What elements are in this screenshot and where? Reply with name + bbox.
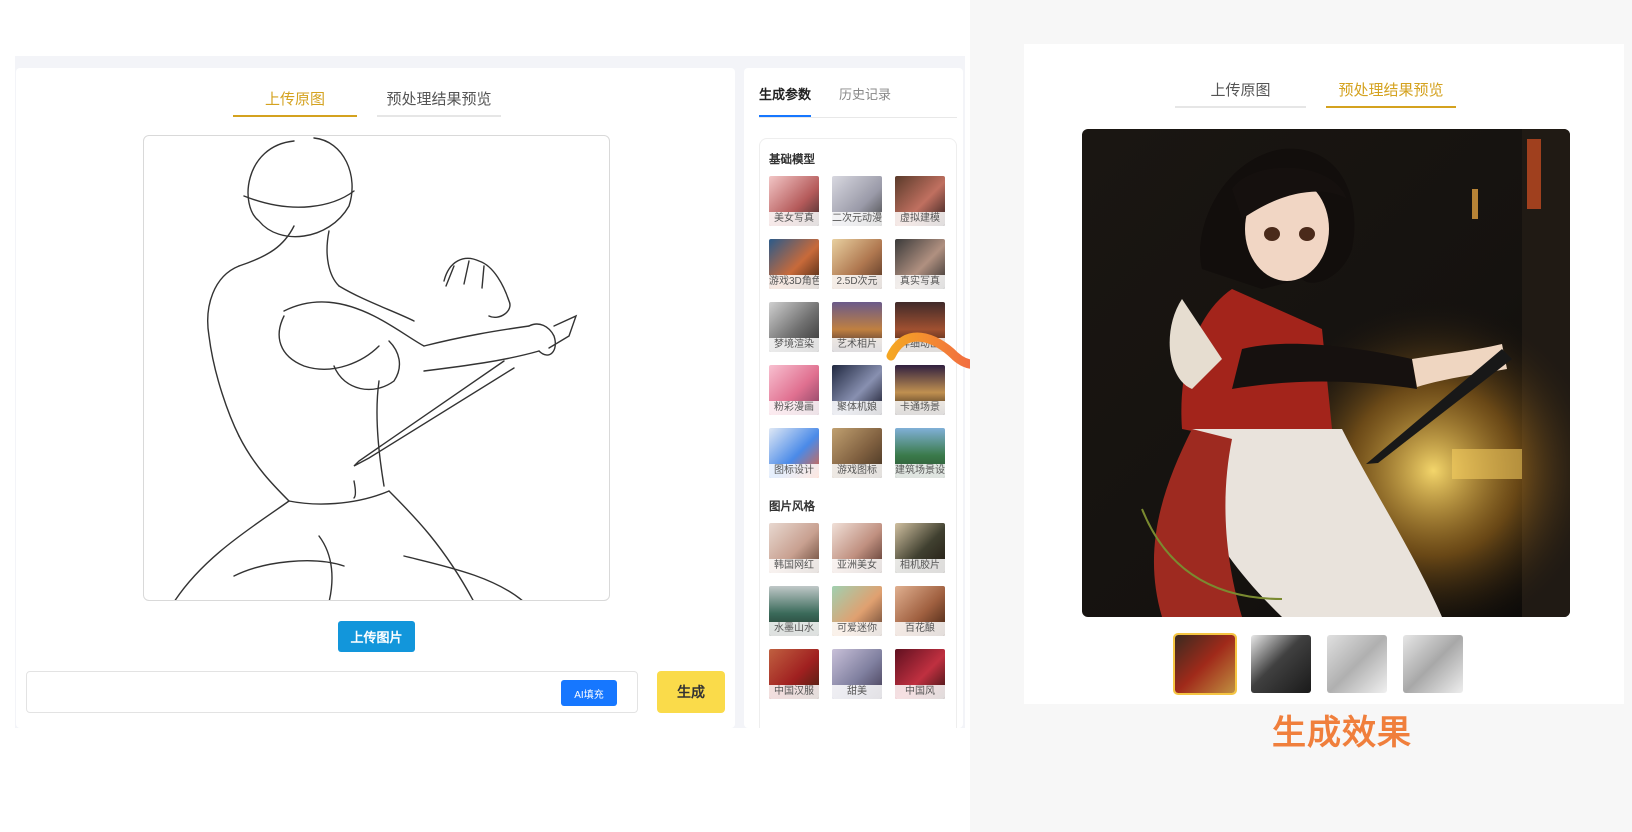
model-thumb-label: 卡通场景 bbox=[895, 401, 945, 415]
model-thumb[interactable]: 虚拟建模 bbox=[895, 176, 945, 226]
model-thumb[interactable]: 图标设计 bbox=[769, 428, 819, 478]
result-thumbnail-selected[interactable] bbox=[1173, 633, 1237, 695]
style-thumb[interactable]: 甜美 bbox=[832, 649, 882, 699]
anime-warrior-illustration bbox=[1082, 129, 1570, 617]
style-thumb[interactable]: 韩国网红 bbox=[769, 523, 819, 573]
pose-sketch-image bbox=[174, 137, 578, 600]
model-thumb-label: 2.5D次元 bbox=[832, 275, 882, 289]
model-thumb-label: 真实写真 bbox=[895, 275, 945, 289]
tab-upload-original[interactable]: 上传原图 bbox=[1175, 79, 1306, 108]
tab-preprocess-preview[interactable]: 预处理结果预览 bbox=[377, 88, 501, 117]
prompt-input[interactable]: AI填充 bbox=[26, 671, 638, 713]
model-thumb-label: 二次元动漫 bbox=[832, 212, 882, 226]
tab-preprocess-preview[interactable]: 预处理结果预览 bbox=[1326, 79, 1456, 108]
model-thumb[interactable]: 真实写真 bbox=[895, 239, 945, 289]
model-thumb[interactable]: 粉彩漫画 bbox=[769, 365, 819, 415]
result-thumbnail[interactable] bbox=[1327, 635, 1387, 693]
sketch-canvas[interactable] bbox=[143, 135, 610, 601]
style-thumb-label: 可爱迷你 bbox=[832, 622, 882, 636]
tab-generation-params[interactable]: 生成参数 bbox=[759, 84, 812, 117]
ai-fill-button[interactable]: AI填充 bbox=[561, 680, 617, 706]
style-thumb[interactable]: 中国汉服 bbox=[769, 649, 819, 699]
style-thumb[interactable]: 可爱迷你 bbox=[832, 586, 882, 636]
style-thumb-label: 水墨山水 bbox=[769, 622, 819, 636]
style-thumb-label: 中国风 bbox=[895, 685, 945, 699]
generation-effect-label: 生成效果 bbox=[1272, 714, 1412, 752]
model-thumb-label: 聚体机娘 bbox=[832, 401, 882, 415]
style-thumb-label: 百花酿 bbox=[895, 622, 945, 636]
generated-result-image bbox=[1082, 129, 1570, 617]
preview-panel-tabs: 上传原图 预处理结果预览 bbox=[1175, 79, 1456, 108]
style-thumb-label: 韩国网红 bbox=[769, 559, 819, 573]
style-thumb-label: 亚洲美女 bbox=[832, 559, 882, 573]
tab-upload-original[interactable]: 上传原图 bbox=[233, 88, 357, 117]
model-thumb-label: 图标设计 bbox=[769, 464, 819, 478]
model-thumb[interactable]: 2.5D次元 bbox=[832, 239, 882, 289]
model-thumb[interactable]: 美女写真 bbox=[769, 176, 819, 226]
upload-image-button[interactable]: 上传图片 bbox=[338, 621, 415, 652]
model-thumb[interactable]: 艺术相片 bbox=[832, 302, 882, 352]
group-title-base-model: 基础模型 bbox=[769, 154, 815, 166]
model-thumb[interactable]: 游戏3D角色 bbox=[769, 239, 819, 289]
model-thumb-label: 虚拟建模 bbox=[895, 212, 945, 226]
model-thumb-label: 粉彩漫画 bbox=[769, 401, 819, 415]
model-thumb-label: 游戏3D角色 bbox=[769, 275, 819, 289]
result-thumbnails bbox=[1173, 633, 1463, 695]
model-thumb-label: 美女写真 bbox=[769, 212, 819, 226]
parameter-panel: 生成参数 历史记录 基础模型 美女写真 二次元动漫 虚拟建模 游戏3D角色 2.… bbox=[744, 68, 963, 728]
generate-button[interactable]: 生成 bbox=[657, 671, 725, 713]
result-thumbnail[interactable] bbox=[1251, 635, 1311, 693]
style-thumb[interactable]: 百花酿 bbox=[895, 586, 945, 636]
tab-history[interactable]: 历史记录 bbox=[839, 84, 891, 117]
model-thumb[interactable]: 二次元动漫 bbox=[832, 176, 882, 226]
upload-panel-tabs: 上传原图 预处理结果预览 bbox=[233, 88, 501, 117]
style-thumb-label: 甜美 bbox=[832, 685, 882, 699]
style-thumb[interactable]: 相机胶片 bbox=[895, 523, 945, 573]
parameter-tabs: 生成参数 历史记录 bbox=[759, 84, 957, 118]
result-thumbnail[interactable] bbox=[1403, 635, 1463, 693]
model-thumb-label: 建筑场景设计 bbox=[895, 464, 945, 478]
model-thumb-label: 艺术相片 bbox=[832, 338, 882, 352]
style-thumb-label: 相机胶片 bbox=[895, 559, 945, 573]
model-thumb[interactable]: 梦境渲染 bbox=[769, 302, 819, 352]
model-thumb[interactable]: 游戏图标 bbox=[832, 428, 882, 478]
model-thumb[interactable]: 建筑场景设计 bbox=[895, 428, 945, 478]
model-thumb[interactable]: 聚体机娘 bbox=[832, 365, 882, 415]
image-style-grid: 韩国网红 亚洲美女 相机胶片 水墨山水 可爱迷你 百花酿 中国汉服 甜美 中国风 bbox=[769, 523, 947, 699]
screen: 上传原图 预处理结果预览 上传图片 AI填充 生成 生成参数 历史记录 基础模型… bbox=[0, 0, 1632, 832]
style-thumb-label: 中国汉服 bbox=[769, 685, 819, 699]
model-thumb-label: 梦境渲染 bbox=[769, 338, 819, 352]
style-thumb[interactable]: 亚洲美女 bbox=[832, 523, 882, 573]
group-title-image-style: 图片风格 bbox=[769, 501, 815, 513]
style-thumb[interactable]: 中国风 bbox=[895, 649, 945, 699]
style-thumb[interactable]: 水墨山水 bbox=[769, 586, 819, 636]
model-thumb-label: 游戏图标 bbox=[832, 464, 882, 478]
model-style-list: 基础模型 美女写真 二次元动漫 虚拟建模 游戏3D角色 2.5D次元 真实写真 … bbox=[759, 138, 957, 728]
